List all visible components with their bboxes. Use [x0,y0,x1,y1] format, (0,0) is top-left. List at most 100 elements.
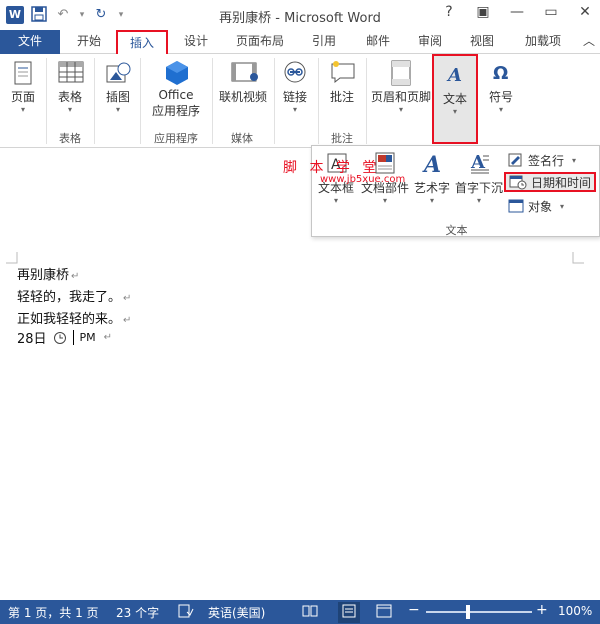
dropcap-button[interactable]: A 首字下沉 ▾ [454,150,504,205]
link-label: 链接 [282,90,307,104]
symbols-arrow-icon: ▾ [498,105,503,114]
object-arrow-icon: ▾ [560,201,565,211]
date-text: 28日 [17,332,47,347]
online-video-button[interactable]: 联机视频 [216,60,270,105]
text-cursor [72,330,74,345]
table-button[interactable]: 表格 ▾ [54,60,86,115]
collapse-ribbon-icon[interactable]: ︿ [582,30,596,54]
tab-review[interactable]: 审阅 [410,30,450,54]
group-label-media: 媒体 [231,132,253,145]
office-store-icon [164,60,188,85]
svg-text:A: A [422,152,441,176]
group-label-apps: 应用程序 [154,132,198,145]
tab-home[interactable]: 开始 [68,30,110,54]
header-footer-icon [389,60,413,86]
page-icon [11,60,35,85]
symbols-label: 符号 [488,90,513,104]
status-bar: 第 1 页，共 1 页 23 个字 英语(美国) − + 100% [0,600,600,624]
zoom-in-button[interactable]: + [536,602,548,618]
ribbon-insert: 页面 ▾ 表格 ▾ 表格 插图 ▾ Office 应用程序 应用程序 联机视频 … [0,54,600,148]
comment-icon [330,60,355,84]
line-text: 轻轻的，我走了。 [17,290,122,305]
ribbon-display-icon[interactable]: ▣ [476,4,490,20]
text-a-icon: A [443,62,467,86]
wordart-arrow-icon: ▾ [429,196,434,205]
illustrations-button[interactable]: 插图 ▾ [102,60,134,115]
minimize-icon[interactable]: — [510,4,524,20]
document-line[interactable]: 轻轻的，我走了。 ↵ [17,286,131,305]
restore-icon[interactable]: ▭ [544,4,558,20]
link-icon [283,60,307,84]
tab-view[interactable]: 视图 [462,30,502,54]
header-footer-label: 页眉和页脚 [370,90,431,104]
line-text: 再别康桥 [17,268,70,283]
text-button[interactable]: A 文本 ▾ [432,54,478,144]
tab-addins[interactable]: 加载项 [516,30,570,54]
illustrations-icon [106,60,131,84]
proofing-icon[interactable] [178,604,194,621]
office-apps-button[interactable]: Office 应用程序 [144,60,208,119]
close-icon[interactable]: ✕ [578,4,592,20]
group-separator [94,58,95,144]
comment-label: 批注 [329,90,354,104]
table-icon [58,60,84,84]
signature-line-button[interactable]: 签名行 ▾ [508,150,576,170]
header-footer-arrow-icon: ▾ [398,105,403,114]
web-layout-icon[interactable] [376,604,392,621]
tab-page-layout[interactable]: 页面布局 [230,30,290,54]
office-apps-label-1: Office [158,88,194,102]
tab-references[interactable]: 引用 [304,30,344,54]
language-indicator[interactable]: 英语(美国) [208,604,265,621]
omega-icon: Ω [489,60,513,84]
textbox-arrow-icon: ▾ [333,196,338,205]
dropcap-icon: A [470,152,489,174]
text-group-label: 文本 [445,224,468,237]
paragraph-mark: ↵ [71,271,80,282]
date-time-button[interactable]: 日期和时间 [504,172,597,192]
illustrations-label: 插图 [105,90,130,104]
signature-icon [508,153,522,167]
header-footer-button[interactable]: 页眉和页脚 ▾ [370,60,432,115]
calendar-clock-icon [509,175,527,190]
comment-button[interactable]: 批注 [324,60,360,105]
pages-arrow-icon: ▾ [20,105,25,114]
symbols-button[interactable]: Ω 符号 ▾ [484,60,518,115]
margin-corner-mark [6,252,18,264]
document-line[interactable]: 再别康桥 ↵ [17,264,79,283]
tab-design[interactable]: 设计 [176,30,216,54]
link-button[interactable]: 链接 ▾ [278,60,312,115]
document-line[interactable]: 正如我轻轻的来。 ↵ [17,308,131,327]
date-time-label: 日期和时间 [531,175,592,190]
group-separator [274,58,275,144]
zoom-out-button[interactable]: − [408,602,420,618]
pages-button[interactable]: 页面 ▾ [6,60,40,115]
svg-text:Ω: Ω [493,63,508,84]
group-label-comments: 批注 [331,132,353,145]
zoom-slider-thumb[interactable] [466,605,470,619]
object-label: 对象 [528,199,553,214]
object-button[interactable]: 对象 ▾ [508,196,564,216]
tab-file[interactable]: 文件 [0,30,60,54]
zoom-level[interactable]: 100% [558,604,592,618]
tab-mailings[interactable]: 邮件 [358,30,398,54]
svg-text:A: A [446,65,462,86]
paragraph-mark: ↵ [103,332,113,343]
help-icon[interactable]: ? [442,4,456,20]
print-layout-icon[interactable] [338,602,360,623]
link-arrow-icon: ▾ [292,105,297,114]
quick-parts-arrow-icon: ▾ [382,196,387,205]
wordart-button[interactable]: A 艺术字 ▾ [412,150,452,205]
paragraph-mark: ↵ [123,315,132,326]
zoom-slider[interactable] [426,611,532,613]
table-arrow-icon: ▾ [67,105,72,114]
dropcap-label: 首字下沉 [454,181,503,195]
page-count[interactable]: 第 1 页，共 1 页 [8,604,99,621]
paragraph-mark: ↵ [123,293,132,304]
wordart-icon: A [422,152,441,178]
tab-insert[interactable]: 插入 [116,30,168,54]
pages-label: 页面 [10,90,35,104]
clock-icon [53,331,66,344]
read-mode-icon[interactable] [302,604,318,621]
document-line[interactable]: 28日 PM ↵ [17,328,112,347]
word-count[interactable]: 23 个字 [116,604,159,621]
